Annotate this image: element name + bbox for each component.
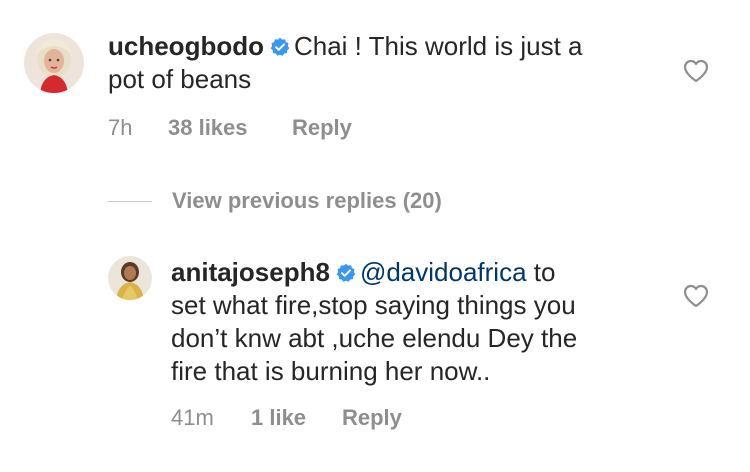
comment-text-line2: pot of beans: [108, 64, 252, 94]
avatar-image: [108, 256, 152, 300]
comment-time: 7h: [108, 115, 133, 140]
reply-button[interactable]: Reply: [342, 405, 402, 431]
avatar[interactable]: [24, 33, 84, 93]
comment-username[interactable]: ucheogbodo: [108, 31, 264, 61]
reply-text-line4: fire that is burning her now..: [171, 356, 491, 386]
comment-text-line1: Chai ! This world is just a: [293, 31, 583, 61]
reply-username[interactable]: anitajoseph8: [171, 257, 330, 287]
reply-text-line1: to: [526, 257, 556, 287]
reply-time: 41m: [171, 405, 214, 430]
reply-meta: 41m 1 like Reply: [171, 405, 402, 431]
avatar-image: [24, 33, 84, 93]
replies-divider-line: [108, 200, 152, 202]
view-previous-replies[interactable]: View previous replies (20): [108, 186, 442, 216]
reply-text-line3: don’t knw abt ,uche elendu Dey the: [171, 323, 578, 353]
comment-text: ucheogbodo Chai ! This world is just a po…: [108, 30, 668, 96]
comment-likes[interactable]: 38 likes: [168, 115, 292, 141]
like-heart-icon[interactable]: [683, 59, 709, 83]
reply-likes[interactable]: 1 like: [251, 405, 342, 431]
verified-badge-icon: [336, 263, 356, 283]
verified-badge-icon: [270, 37, 290, 57]
comment-meta: 7h 38 likes Reply: [108, 115, 352, 141]
view-previous-replies-label[interactable]: View previous replies (20): [172, 188, 442, 214]
reply-button[interactable]: Reply: [292, 115, 352, 141]
avatar[interactable]: [108, 256, 152, 300]
mention-link[interactable]: @davidoafrica: [360, 257, 527, 287]
reply-text: anitajoseph8 @davidoafrica to set what fi…: [171, 256, 671, 388]
reply-text-line2: set what fire,stop saying things you: [171, 290, 576, 320]
like-heart-icon[interactable]: [683, 284, 709, 308]
